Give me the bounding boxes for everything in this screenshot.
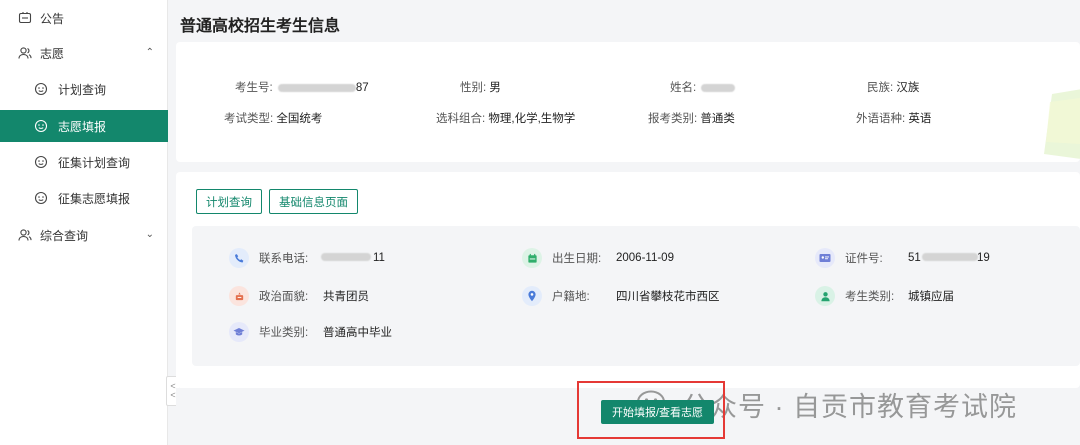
foreign-language: 外语语种: 英语 bbox=[856, 113, 932, 125]
sidebar-item-label: 计划查询 bbox=[58, 82, 107, 97]
graduation-cap-icon bbox=[229, 322, 249, 342]
id-number: 证件号: 51 19 bbox=[815, 248, 990, 268]
sidebar-item-label: 志愿填报 bbox=[58, 119, 107, 134]
sidebar-item-general-query[interactable]: 综合查询 ⌄ bbox=[0, 219, 168, 251]
phone-icon bbox=[229, 248, 249, 268]
sidebar-item-volunteer-fill[interactable]: 志愿填报 bbox=[0, 110, 168, 142]
page-title: 普通高校招生考生信息 bbox=[180, 18, 341, 35]
sidebar-item-collect-volunteer-fill[interactable]: 征集志愿填报 bbox=[0, 182, 168, 214]
sidebar-item-label: 综合查询 bbox=[40, 228, 89, 243]
gender: 性别: 男 bbox=[460, 82, 501, 94]
redacted-mask bbox=[277, 83, 356, 92]
users-icon bbox=[18, 46, 32, 60]
student-summary-card: 考生号: 87 性别: 男 姓名: 民族: 汉族 考试类型: 全国统考 选科组合… bbox=[176, 42, 1080, 162]
party-badge-icon bbox=[229, 286, 249, 306]
student-name: 姓名: bbox=[670, 79, 736, 95]
sidebar-item-notice[interactable]: 公告 bbox=[0, 2, 168, 34]
sidebar: 公告 志愿 ⌃ 计划查询 志愿填报 征集计划查询 征集志愿填报 综合查询 ⌄ bbox=[0, 0, 168, 445]
sidebar-item-volunteer[interactable]: 志愿 ⌃ bbox=[0, 37, 168, 69]
sidebar-item-label: 志愿 bbox=[40, 46, 65, 61]
basic-info-button[interactable]: 基础信息页面 bbox=[269, 189, 358, 214]
graduation-type: 毕业类别: 普通高中毕业 bbox=[229, 322, 392, 342]
smile-face-icon bbox=[34, 155, 48, 169]
birth-date: 出生日期: 2006-11-09 bbox=[522, 248, 674, 268]
smile-face-icon bbox=[34, 82, 48, 96]
redacted-mask bbox=[922, 253, 978, 261]
sidebar-item-label: 征集志愿填报 bbox=[58, 191, 131, 206]
exam-number: 考生号: 87 bbox=[235, 82, 369, 94]
chevron-up-icon: ⌃ bbox=[145, 47, 154, 58]
id-card-icon bbox=[815, 248, 835, 268]
decoration-icon bbox=[1044, 89, 1080, 159]
redacted-mask bbox=[701, 83, 736, 92]
chevron-down-icon: ⌄ bbox=[145, 229, 154, 240]
notice-icon bbox=[18, 11, 32, 25]
household-registration: 户籍地: 四川省攀枝花市西区 bbox=[522, 286, 720, 306]
users-icon bbox=[18, 228, 32, 242]
watermark-text: 公众号 · 自贡市教育考试院 bbox=[682, 392, 1017, 422]
highlight-box bbox=[577, 381, 725, 439]
sidebar-item-plan-query[interactable]: 计划查询 bbox=[0, 73, 168, 105]
sidebar-item-label: 公告 bbox=[40, 11, 65, 26]
calendar-icon bbox=[522, 248, 542, 268]
sidebar-item-label: 征集计划查询 bbox=[58, 155, 131, 170]
location-icon bbox=[522, 286, 542, 306]
application-category: 报考类别: 普通类 bbox=[648, 113, 735, 125]
contact-phone: 联系电话: 11 bbox=[229, 248, 385, 268]
exam-type: 考试类型: 全国统考 bbox=[224, 113, 323, 125]
redacted-mask bbox=[321, 253, 371, 261]
political-status: 政治面貌: 共青团员 bbox=[229, 286, 369, 306]
chevron-left-icon: < bbox=[170, 390, 176, 400]
subject-combination: 选科组合: 物理,化学,生物学 bbox=[436, 113, 576, 125]
plan-query-button[interactable]: 计划查询 bbox=[196, 189, 262, 214]
person-icon bbox=[815, 286, 835, 306]
smile-face-icon bbox=[34, 119, 48, 133]
ethnicity: 民族: 汉族 bbox=[867, 82, 920, 94]
student-category: 考生类别: 城镇应届 bbox=[815, 286, 954, 306]
sidebar-item-collect-plan-query[interactable]: 征集计划查询 bbox=[0, 146, 168, 178]
smile-face-icon bbox=[34, 191, 48, 205]
